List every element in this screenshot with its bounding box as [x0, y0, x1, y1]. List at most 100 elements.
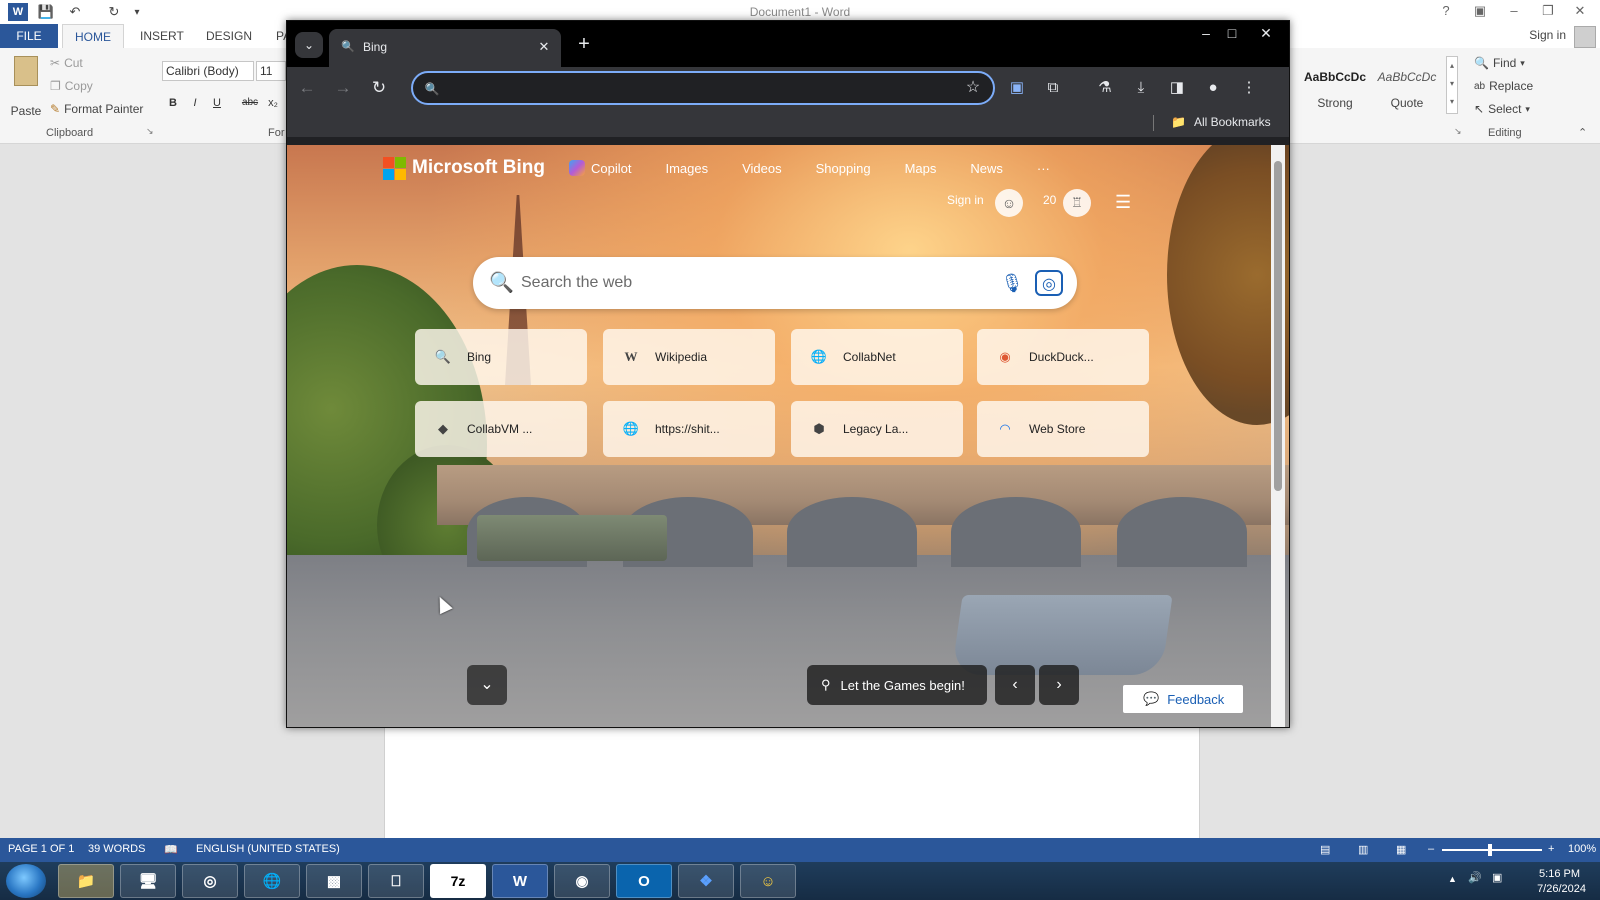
print-layout-icon[interactable]: ▥	[1358, 843, 1368, 856]
tab-search-button[interactable]: ⌄	[295, 32, 323, 58]
address-bar[interactable]: 🔍 ☆	[411, 71, 995, 105]
word-restore-button[interactable]: ❐	[1534, 2, 1562, 20]
copy-button[interactable]: ❐ Copy	[50, 79, 93, 93]
zoom-in-button[interactable]: +	[1548, 843, 1554, 855]
find-button[interactable]: 🔍 Find ▾	[1474, 56, 1525, 70]
winrar-icon[interactable]: ▩	[306, 864, 362, 898]
reload-button[interactable]: ↻	[365, 74, 393, 102]
tab-close-icon[interactable]: ✕	[535, 38, 553, 56]
clock-time[interactable]: 5:16 PM	[1539, 868, 1580, 880]
bookmark-star-icon[interactable]: ☆	[963, 78, 983, 98]
zoom-out-button[interactable]: –	[1428, 843, 1434, 855]
dropbox-icon[interactable]: ❖	[678, 864, 734, 898]
style-quote[interactable]: AaBbCcDc Quote	[1372, 60, 1442, 118]
obs-icon[interactable]: ◉	[554, 864, 610, 898]
tab-insert[interactable]: INSERT	[130, 24, 194, 48]
styles-scroll[interactable]: ▴ ▾ ▾	[1446, 56, 1458, 114]
translate-icon[interactable]: ▣	[1005, 76, 1029, 100]
network-icon[interactable]: ▣	[1492, 871, 1502, 884]
bing-search-box[interactable]: 🔍 🎙 ◎	[473, 257, 1077, 309]
bold-button[interactable]: B	[164, 94, 182, 112]
quick-link-tile[interactable]: ⬢ Legacy La...	[791, 401, 963, 457]
italic-button[interactable]: I	[186, 94, 204, 112]
smiley-app-icon[interactable]: ☺	[740, 864, 796, 898]
nav-videos[interactable]: Videos	[742, 161, 782, 176]
back-button[interactable]: ←	[293, 74, 321, 102]
bing-logo[interactable]: Microsoft Bing	[383, 156, 545, 180]
microphone-icon[interactable]: 🎙	[999, 270, 1025, 296]
underline-button[interactable]: U	[208, 94, 226, 112]
bing-sign-in-link[interactable]: Sign in	[947, 193, 984, 207]
quick-link-tile[interactable]: ◉ DuckDuck...	[977, 329, 1149, 385]
nav-copilot[interactable]: Copilot	[569, 160, 631, 176]
7zip-icon[interactable]: 7z	[430, 864, 486, 898]
word-taskbar-icon[interactable]: W	[492, 864, 548, 898]
replace-button[interactable]: ab Replace	[1474, 79, 1533, 93]
subscript-button[interactable]: x₂	[264, 94, 282, 112]
paste-button[interactable]: Paste	[8, 54, 44, 118]
zoom-level[interactable]: 100%	[1568, 843, 1596, 855]
next-image-button[interactable]: ›	[1039, 665, 1079, 705]
nav-images[interactable]: Images	[665, 161, 708, 176]
side-panel-icon[interactable]: ◨	[1165, 76, 1189, 100]
language-status[interactable]: ENGLISH (UNITED STATES)	[196, 843, 340, 855]
nav-news[interactable]: News	[970, 161, 1003, 176]
help-icon[interactable]: ?	[1432, 2, 1460, 20]
word-avatar[interactable]	[1574, 26, 1596, 48]
style-strong[interactable]: AaBbCcDc Strong	[1300, 60, 1370, 118]
select-button[interactable]: ↖ Select ▾	[1474, 102, 1530, 116]
chrome-menu-icon[interactable]: ⋮	[1237, 76, 1261, 100]
clock-date[interactable]: 7/26/2024	[1537, 883, 1586, 895]
start-button[interactable]	[6, 864, 46, 898]
address-input[interactable]	[447, 77, 947, 99]
file-explorer-icon[interactable]: 📁	[58, 864, 114, 898]
word-sign-in-link[interactable]: Sign in	[1529, 28, 1566, 42]
image-caption-button[interactable]: ⚲ Let the Games begin!	[807, 665, 987, 705]
tab-design[interactable]: DESIGN	[196, 24, 262, 48]
format-painter-button[interactable]: ✎ Format Painter	[50, 102, 143, 116]
nav-shopping[interactable]: Shopping	[816, 161, 871, 176]
scrollbar-thumb[interactable]	[1274, 161, 1282, 491]
word-close-button[interactable]: ✕	[1566, 2, 1594, 20]
visual-search-icon[interactable]: ◎	[1035, 270, 1063, 296]
globe-app-icon[interactable]: 🌐	[244, 864, 300, 898]
new-tab-button[interactable]: +	[571, 32, 597, 58]
quick-link-tile[interactable]: 🔍 Bing	[415, 329, 587, 385]
font-name-select[interactable]: Calibri (Body)	[162, 61, 254, 81]
all-bookmarks-button[interactable]: 📁 All Bookmarks	[1171, 115, 1271, 129]
nav-maps[interactable]: Maps	[905, 161, 937, 176]
extensions-icon[interactable]: ⧉	[1041, 76, 1065, 100]
tab-bing[interactable]: 🔍 Bing ✕	[329, 29, 561, 67]
chrome-close-button[interactable]: ✕	[1251, 21, 1281, 45]
computer-icon[interactable]: 🖥	[120, 864, 176, 898]
zoom-slider-thumb[interactable]	[1488, 844, 1492, 856]
browser-icon[interactable]: ◎	[182, 864, 238, 898]
nav-more[interactable]: ···	[1037, 161, 1050, 176]
zoom-slider[interactable]	[1442, 849, 1542, 851]
strikethrough-button[interactable]: abc	[238, 94, 262, 112]
labs-flask-icon[interactable]: ⚗	[1093, 76, 1117, 100]
word-count[interactable]: 39 WORDS	[88, 843, 145, 855]
quick-link-tile[interactable]: ◆ CollabVM ...	[415, 401, 587, 457]
rewards-points[interactable]: 20	[1043, 193, 1056, 207]
page-count[interactable]: PAGE 1 OF 1	[8, 843, 74, 855]
quick-link-tile[interactable]: 🌐 CollabNet	[791, 329, 963, 385]
chrome-restore-button[interactable]: □	[1217, 21, 1247, 45]
font-size-select[interactable]: 11	[256, 61, 286, 81]
feedback-button[interactable]: 💬 Feedback	[1123, 685, 1243, 713]
drive-icon[interactable]: ⎕	[368, 864, 424, 898]
quick-link-tile[interactable]: ◠ Web Store	[977, 401, 1149, 457]
tab-home[interactable]: HOME	[62, 24, 124, 48]
bing-search-input[interactable]	[521, 271, 981, 295]
scroll-down-button[interactable]: ⌄	[467, 665, 507, 705]
volume-icon[interactable]: 🔊	[1468, 871, 1482, 884]
quick-link-tile[interactable]: 🌐 https://shit...	[603, 401, 775, 457]
rewards-trophy-icon[interactable]: ♖	[1063, 189, 1091, 217]
previous-image-button[interactable]: ‹	[995, 665, 1035, 705]
user-icon[interactable]: ☺	[995, 189, 1023, 217]
tab-file[interactable]: FILE	[0, 24, 58, 48]
word-minimize-button[interactable]: –	[1500, 2, 1528, 20]
ribbon-display-icon[interactable]: ▣	[1466, 2, 1494, 20]
quick-link-tile[interactable]: W Wikipedia	[603, 329, 775, 385]
tray-expand-icon[interactable]: ▲	[1448, 874, 1457, 884]
